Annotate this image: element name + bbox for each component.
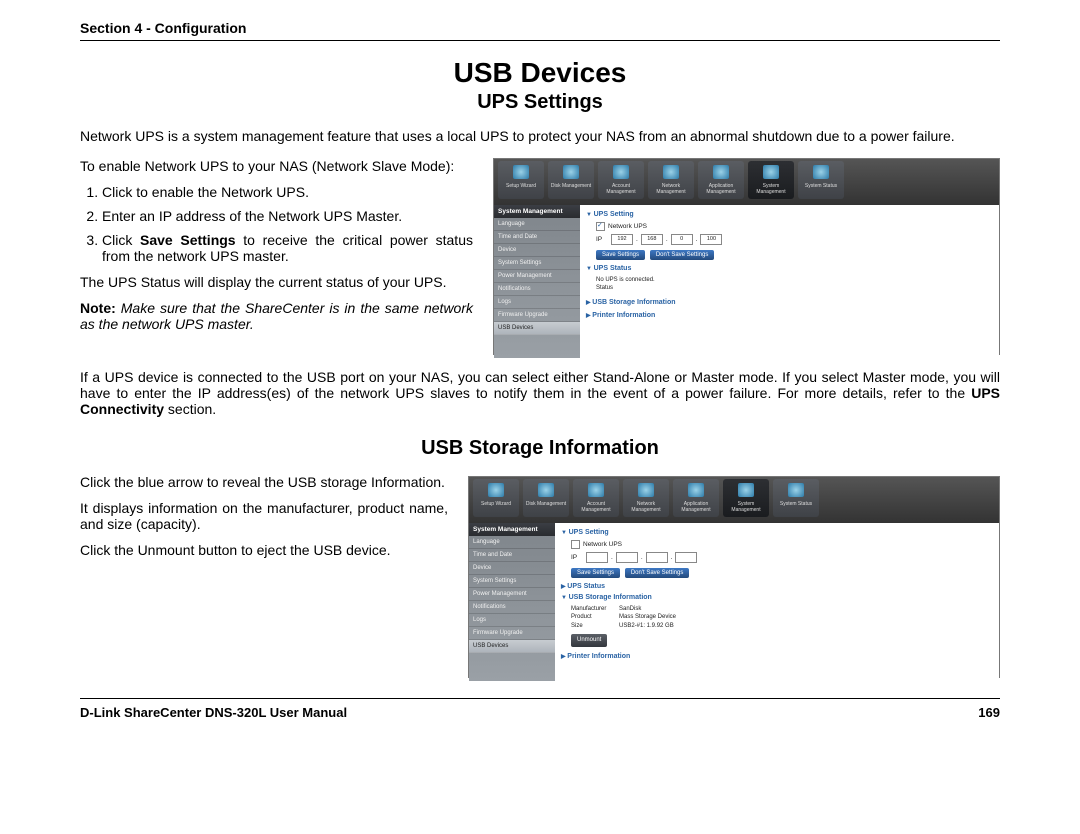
section-header: Section 4 - Configuration (80, 20, 1000, 41)
save-settings-button[interactable]: Save Settings (596, 250, 645, 260)
ss-toolbar-2: Setup Wizard Disk Management Account Man… (469, 477, 999, 523)
side-firmware[interactable]: Firmware Upgrade (494, 309, 580, 322)
toolbar-system-mgmt-2[interactable]: System Management (723, 479, 769, 517)
toolbar-system-status-2[interactable]: System Status (773, 479, 819, 517)
ip-octet-4[interactable]: 100 (700, 234, 722, 245)
ip-b4[interactable] (675, 552, 697, 563)
toolbar-network-mgmt-2[interactable]: Network Management (623, 479, 669, 517)
no-ups-text: No UPS is connected. (596, 276, 993, 284)
page-title: USB Devices (80, 57, 1000, 89)
panel-ups-status-2[interactable]: UPS Status (561, 583, 993, 590)
side-notifications-2[interactable]: Notifications (469, 601, 555, 614)
step-3: Click Save Settings to receive the criti… (102, 232, 473, 264)
save-settings-button-2[interactable]: Save Settings (571, 568, 620, 578)
toolbar-system-mgmt[interactable]: System Management (748, 161, 794, 199)
ip-octet-1[interactable]: 192 (611, 234, 633, 245)
toolbar-setup-wizard[interactable]: Setup Wizard (498, 161, 544, 199)
panel-ups-status[interactable]: UPS Status (586, 265, 993, 272)
toolbar-setup-wizard-2[interactable]: Setup Wizard (473, 479, 519, 517)
toolbar-account-mgmt[interactable]: Account Management (598, 161, 644, 199)
footer-left: D-Link ShareCenter DNS-320L User Manual (80, 705, 347, 720)
ip-octet-3[interactable]: 0 (671, 234, 693, 245)
side-power[interactable]: Power Management (494, 270, 580, 283)
usb-line3: Click the Unmount button to eject the US… (80, 542, 448, 558)
side-logs-2[interactable]: Logs (469, 614, 555, 627)
side-language-2[interactable]: Language (469, 536, 555, 549)
side-firmware-2[interactable]: Firmware Upgrade (469, 627, 555, 640)
side-time[interactable]: Time and Date (494, 231, 580, 244)
toolbar-disk-mgmt[interactable]: Disk Management (548, 161, 594, 199)
toolbar-account-mgmt-2[interactable]: Account Management (573, 479, 619, 517)
ip-label-2: IP (571, 554, 583, 561)
panel-usb-storage-2[interactable]: USB Storage Information (561, 594, 993, 601)
ip-octet-2[interactable]: 168 (641, 234, 663, 245)
checkbox-network-ups-2[interactable] (571, 540, 580, 549)
side-logs[interactable]: Logs (494, 296, 580, 309)
ss-main-2: UPS Setting Network UPS IP . . . Sav (555, 523, 999, 681)
status-line: The UPS Status will display the current … (80, 274, 473, 290)
ss-toolbar: Setup Wizard Disk Management Account Man… (494, 159, 999, 205)
sidebar-heading-2: System Management (469, 523, 555, 536)
toolbar-system-status[interactable]: System Status (798, 161, 844, 199)
dont-save-button-2[interactable]: Don't Save Settings (625, 568, 690, 578)
status-label: Status (596, 284, 993, 292)
ip-label: IP (596, 236, 608, 243)
dont-save-button[interactable]: Don't Save Settings (650, 250, 715, 260)
toolbar-disk-mgmt-2[interactable]: Disk Management (523, 479, 569, 517)
unmount-button[interactable]: Unmount (571, 634, 607, 646)
side-system-settings-2[interactable]: System Settings (469, 575, 555, 588)
ip-b2[interactable] (616, 552, 638, 563)
ip-b1[interactable] (586, 552, 608, 563)
toolbar-network-mgmt[interactable]: Network Management (648, 161, 694, 199)
side-usb-devices[interactable]: USB Devices (494, 322, 580, 335)
panel-printer[interactable]: Printer Information (586, 312, 993, 319)
toolbar-app-mgmt[interactable]: Application Management (698, 161, 744, 199)
usb-instructions: Click the blue arrow to reveal the USB s… (80, 474, 448, 568)
ss-sidebar: System Management Language Time and Date… (494, 205, 580, 358)
note-line: Note: Make sure that the ShareCenter is … (80, 300, 473, 332)
side-device[interactable]: Device (494, 244, 580, 257)
side-time-2[interactable]: Time and Date (469, 549, 555, 562)
ss-main: UPS Setting Network UPS IP 192. 168. 0. … (580, 205, 999, 358)
page-footer: D-Link ShareCenter DNS-320L User Manual … (80, 698, 1000, 720)
page-subtitle: UPS Settings (80, 91, 1000, 114)
sidebar-heading: System Management (494, 205, 580, 218)
side-system-settings[interactable]: System Settings (494, 257, 580, 270)
panel-ups-setting[interactable]: UPS Setting (586, 211, 993, 218)
ip-b3[interactable] (646, 552, 668, 563)
screenshot-ups-settings: Setup Wizard Disk Management Account Man… (493, 158, 1000, 355)
panel-printer-2[interactable]: Printer Information (561, 653, 993, 660)
screenshot-usb-storage: Setup Wizard Disk Management Account Man… (468, 476, 1000, 678)
footer-page-number: 169 (978, 705, 1000, 720)
usb-line1: Click the blue arrow to reveal the USB s… (80, 474, 448, 490)
side-notifications[interactable]: Notifications (494, 283, 580, 296)
ups-closing: If a UPS device is connected to the USB … (80, 369, 1000, 417)
side-usb-devices-2[interactable]: USB Devices (469, 640, 555, 653)
checkbox-network-ups[interactable] (596, 222, 605, 231)
ups-instructions: To enable Network UPS to your NAS (Netwo… (80, 158, 473, 342)
step-2: Enter an IP address of the Network UPS M… (102, 208, 473, 224)
side-device-2[interactable]: Device (469, 562, 555, 575)
side-power-2[interactable]: Power Management (469, 588, 555, 601)
toolbar-app-mgmt-2[interactable]: Application Management (673, 479, 719, 517)
enable-line: To enable Network UPS to your NAS (Netwo… (80, 158, 473, 174)
step-1: Click to enable the Network UPS. (102, 184, 473, 200)
intro-text: Network UPS is a system management featu… (80, 128, 1000, 144)
panel-ups-setting-2[interactable]: UPS Setting (561, 529, 993, 536)
panel-usb-storage[interactable]: USB Storage Information (586, 299, 993, 306)
usb-line2: It displays information on the manufactu… (80, 500, 448, 532)
usb-heading: USB Storage Information (80, 437, 1000, 460)
ss-sidebar-2: System Management Language Time and Date… (469, 523, 555, 681)
side-language[interactable]: Language (494, 218, 580, 231)
